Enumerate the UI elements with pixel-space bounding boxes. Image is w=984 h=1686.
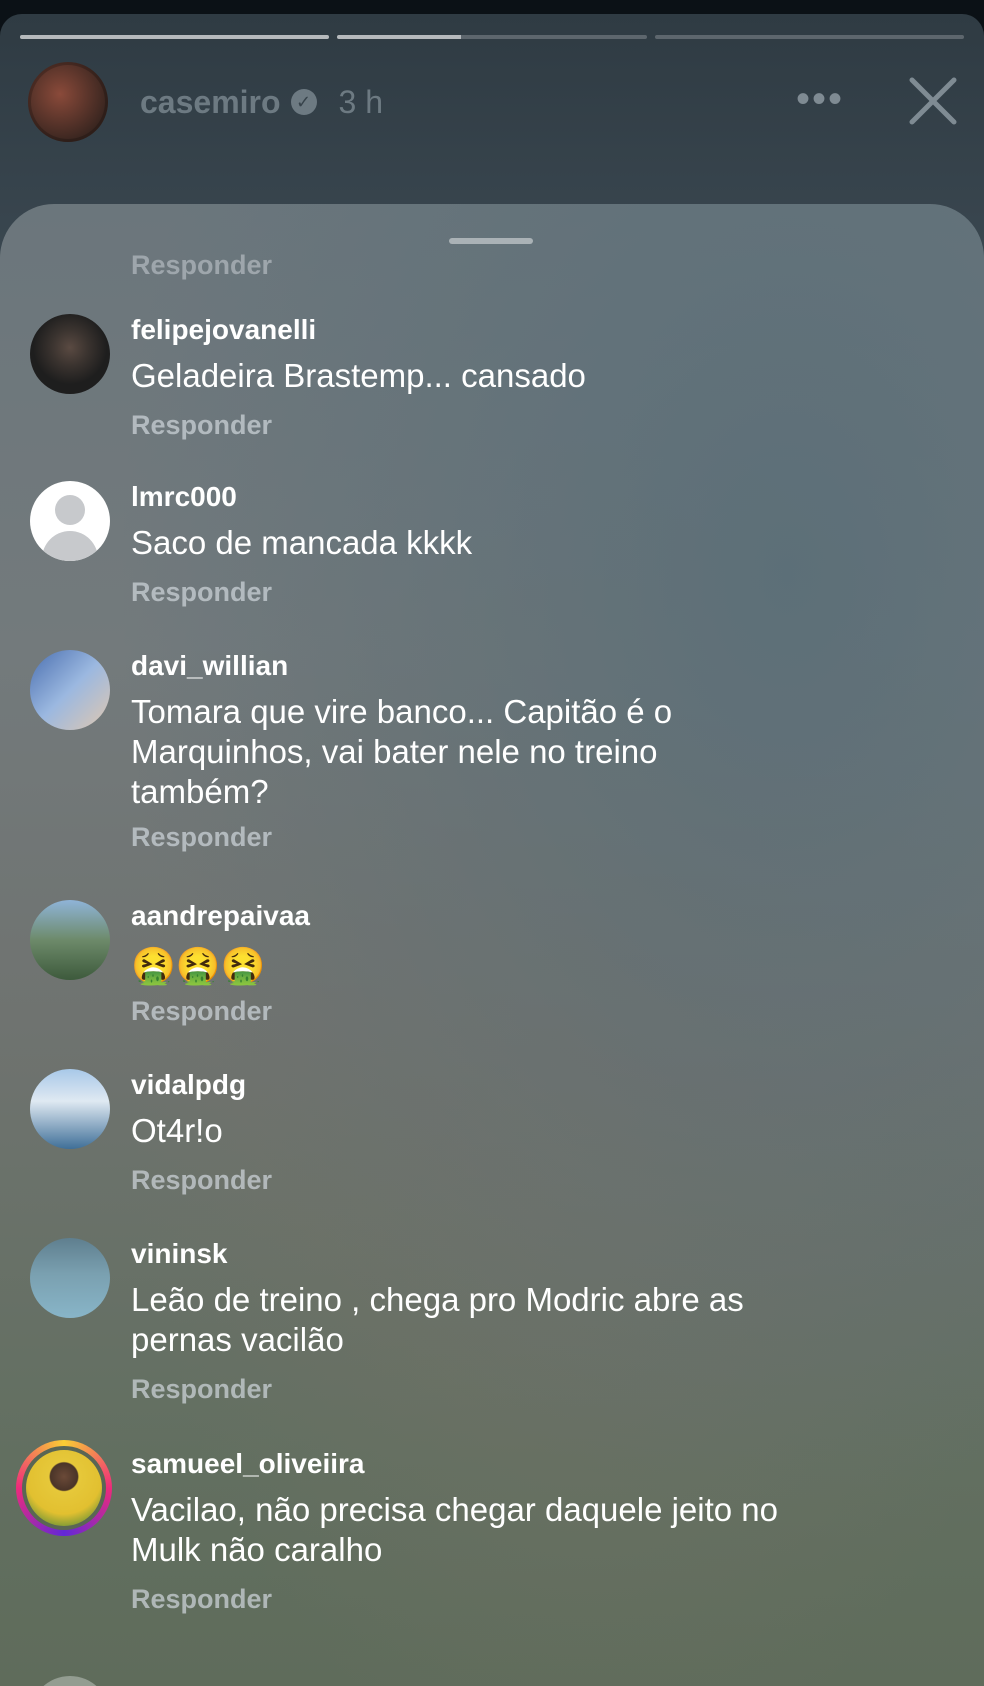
reply-button[interactable]: Responder [131, 1584, 272, 1615]
reply-button[interactable]: Responder [131, 996, 272, 1027]
comment-username[interactable]: vininsk [131, 1238, 227, 1270]
commenter-avatar[interactable] [30, 650, 110, 730]
comment-text: Ot4r!o [131, 1112, 223, 1149]
close-icon[interactable] [902, 70, 964, 132]
comment-username[interactable]: felipejovanelli [131, 314, 316, 346]
comment-text: Leão de treino , chega pro Modric abre a… [131, 1281, 744, 1358]
comment-username[interactable]: vidalpdg [131, 1069, 246, 1101]
comment-item: lmrc000 Saco de mancada kkkk Responder [0, 481, 984, 607]
comment-username[interactable]: aandrepaivaa [131, 900, 310, 932]
commenter-avatar[interactable] [30, 1069, 110, 1149]
story-ring-avatar[interactable] [16, 1440, 112, 1536]
commenter-avatar[interactable] [30, 900, 110, 980]
story-timestamp: 3 h [338, 83, 384, 120]
default-avatar-icon[interactable] [30, 481, 110, 561]
sheet-drag-handle[interactable] [449, 238, 533, 244]
comment-text: Geladeira Brastemp... cansado [131, 357, 586, 394]
story-progress-segment [337, 35, 647, 39]
story-author-avatar[interactable] [28, 62, 108, 142]
reply-button[interactable]: Responder [131, 1165, 272, 1196]
reply-button[interactable]: Responder [131, 1374, 272, 1405]
comment-username[interactable]: samueel_oliveiira [131, 1448, 364, 1480]
commenter-avatar[interactable] [30, 1676, 110, 1686]
comment-text: Vacilao, não precisa chegar daquele jeit… [131, 1491, 778, 1568]
comment-username[interactable]: davi_willian [131, 650, 288, 682]
comment-text: 🤮🤮🤮 [131, 945, 266, 986]
story-progress-segment [654, 35, 964, 39]
reply-button[interactable]: Responder [131, 410, 272, 441]
reply-button[interactable]: Responder [131, 577, 272, 608]
comment-text: Saco de mancada kkkk [131, 524, 473, 561]
comment-username[interactable]: lmrc000 [131, 481, 237, 513]
commenter-avatar[interactable] [30, 314, 110, 394]
story-progress [20, 35, 964, 39]
reply-button[interactable]: Responder [131, 250, 272, 281]
verified-badge-icon: ✓ [290, 89, 317, 115]
story-author-username[interactable]: casemiro [140, 84, 281, 121]
commenter-avatar[interactable] [30, 1238, 110, 1318]
story-progress-segment [20, 35, 330, 39]
comment-text: Tomara que vire banco... Capitão é o Mar… [131, 693, 673, 810]
story-header: casemiro ✓ 3 h ••• [28, 62, 964, 142]
reply-button[interactable]: Responder [131, 822, 272, 853]
comments-sheet: Responder felipejovanelli Geladeira Bras… [0, 204, 984, 1686]
more-horizontal-icon[interactable]: ••• [796, 79, 844, 119]
